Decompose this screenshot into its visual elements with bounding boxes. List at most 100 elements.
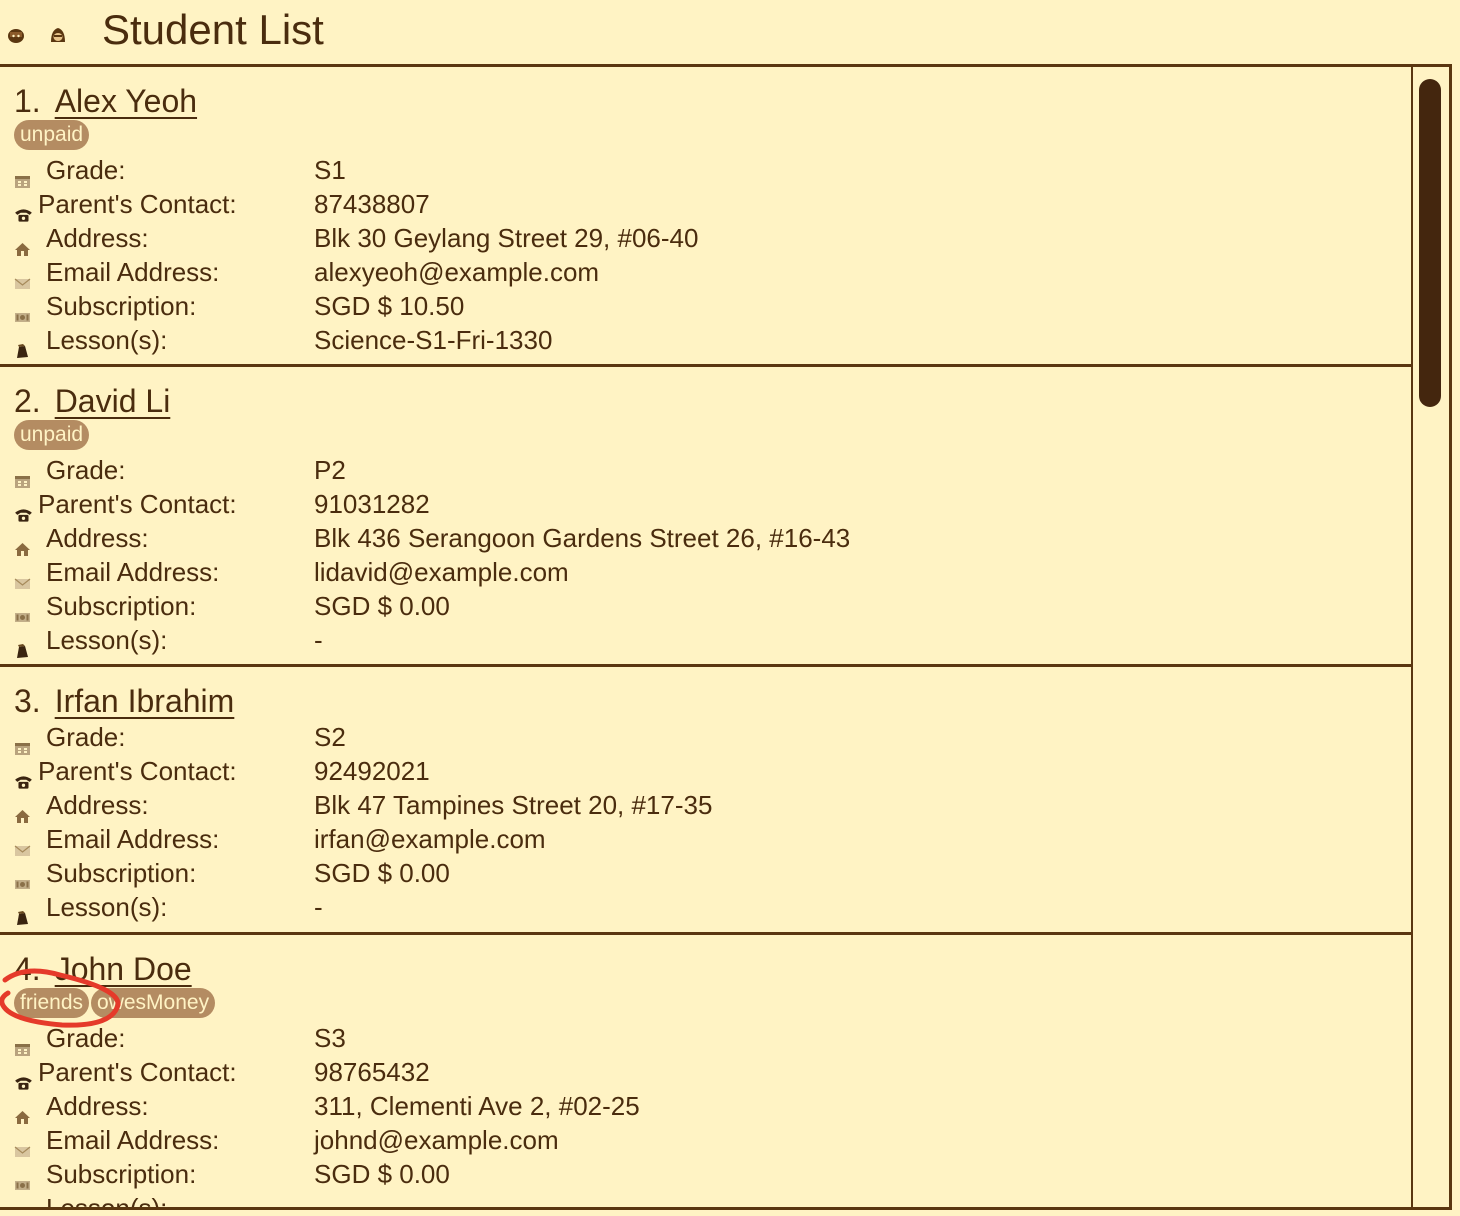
tag-list: friends owesMoney [14, 988, 217, 1018]
subscription-value: SGD $ 0.00 [314, 591, 450, 621]
book-icon [14, 333, 31, 358]
student-card[interactable]: 1. Alex Yeoh unpaid Grade: S1 Parent's Contac… [0, 67, 1416, 367]
lessons-label: Lesson(s): [46, 325, 168, 355]
phone-value: 87438807 [314, 189, 430, 219]
subscription-label: Subscription: [46, 1159, 197, 1189]
telephone-icon [14, 764, 33, 789]
grade-label: Grade: [46, 722, 126, 752]
email-label: Email Address: [46, 1125, 220, 1155]
address-value: 311, Clementi Ave 2, #02-25 [314, 1091, 640, 1121]
student-name: Alex Yeoh [54, 83, 198, 119]
phone-value: 92492021 [314, 756, 430, 786]
address-row: Address: Blk 30 Geylang Street 29, #06-40 [0, 221, 1400, 256]
email-value: irfan@example.com [314, 824, 546, 854]
subscription-row: Subscription: SGD $ 0.00 [0, 589, 1400, 623]
house-icon [14, 798, 31, 823]
student-card-list: 1. Alex Yeoh unpaid Grade: S1 Parent's Contac… [0, 67, 1416, 1210]
student-index: 2. [14, 383, 41, 419]
money-icon [14, 866, 31, 889]
grade-row: Grade: S1 [0, 153, 1400, 188]
phone-row: Parent's Contact: 87438807 [0, 187, 1400, 222]
phone-label: Parent's Contact: [38, 756, 237, 786]
lessons-label: Lesson(s): [46, 625, 168, 655]
tag-friends: friends [14, 988, 90, 1018]
student-card[interactable]: 2. David Li unpaid Grade: P2 Parent's Contact… [0, 367, 1416, 667]
tag-list: unpaid [14, 120, 91, 150]
address-row: Address: Blk 436 Serangoon Gardens Street… [0, 521, 1400, 556]
subscription-value: SGD $ 10.50 [314, 291, 465, 321]
grade-value: S3 [314, 1023, 346, 1053]
envelope-icon [14, 565, 31, 589]
header: Student List [0, 0, 1460, 64]
subscription-label: Subscription: [46, 291, 197, 321]
email-row: Email Address: johnd@example.com [0, 1123, 1400, 1157]
student-card[interactable]: 3. Irfan Ibrahim Grade: S2 Parent's Contact:… [0, 667, 1416, 935]
student-name-line: 4. John Doe [14, 949, 192, 989]
subscription-row: Subscription: SGD $ 0.00 [0, 856, 1400, 890]
telephone-icon [14, 497, 33, 522]
phone-label: Parent's Contact: [38, 1057, 237, 1087]
grade-label: Grade: [46, 1023, 126, 1053]
house-icon [14, 531, 31, 556]
email-value: johnd@example.com [314, 1125, 559, 1155]
lessons-label: Lesson(s): [46, 1193, 168, 1210]
lessons-row: Lesson(s): - [0, 1191, 1400, 1210]
book-icon [14, 900, 31, 925]
tag-owesmoney: owesMoney [91, 988, 216, 1018]
student-card[interactable]: 4. John Doe friends owesMoney Grade: S3 Parent… [0, 935, 1416, 1210]
money-icon [14, 599, 31, 622]
scrollbar-thumb[interactable] [1419, 79, 1441, 407]
student-name: Irfan Ibrahim [54, 683, 235, 719]
tag-unpaid: unpaid [14, 420, 90, 450]
subscription-value: SGD $ 0.00 [314, 858, 450, 888]
address-value: Blk 47 Tampines Street 20, #17-35 [314, 790, 713, 820]
teacher-icon [51, 28, 65, 42]
book-icon [14, 1201, 31, 1207]
lessons-value: - [314, 625, 323, 655]
address-label: Address: [46, 523, 149, 553]
email-label: Email Address: [46, 824, 220, 854]
tag-unpaid: unpaid [14, 120, 90, 150]
grade-row: Grade: S2 [0, 720, 1400, 755]
subscription-row: Subscription: SGD $ 0.00 [0, 1157, 1400, 1191]
lessons-row: Lesson(s): - [0, 890, 1400, 925]
email-value: lidavid@example.com [314, 557, 569, 587]
grade-value: S1 [314, 155, 346, 185]
address-row: Address: 311, Clementi Ave 2, #02-25 [0, 1089, 1400, 1124]
calendar-icon [14, 463, 31, 488]
address-value: Blk 436 Serangoon Gardens Street 26, #16… [314, 523, 851, 553]
student-list-window: Student List 1. Alex Yeoh unpaid Grade: S1 Pa… [0, 0, 1460, 1216]
student-list-panel[interactable]: 1. Alex Yeoh unpaid Grade: S1 Parent's Contac… [0, 64, 1452, 1210]
student-name: David Li [54, 383, 171, 419]
address-row: Address: Blk 47 Tampines Street 20, #17-3… [0, 788, 1400, 823]
grade-value: P2 [314, 455, 346, 485]
student-name-line: 1. Alex Yeoh [14, 81, 197, 121]
lessons-value: Science-S1-Fri-1330 [314, 325, 553, 355]
phone-label: Parent's Contact: [38, 489, 237, 519]
email-label: Email Address: [46, 557, 220, 587]
student-icon [8, 29, 24, 43]
lessons-value: - [314, 892, 323, 922]
address-label: Address: [46, 1091, 149, 1121]
phone-label: Parent's Contact: [38, 189, 237, 219]
student-name: John Doe [54, 951, 192, 987]
email-row: Email Address: alexyeoh@example.com [0, 255, 1400, 289]
student-name-line: 2. David Li [14, 381, 170, 421]
calendar-icon [14, 1031, 31, 1056]
lessons-value: - [314, 1193, 323, 1210]
student-name-line: 3. Irfan Ibrahim [14, 681, 234, 721]
vertical-scrollbar[interactable] [1411, 67, 1449, 1207]
address-label: Address: [46, 790, 149, 820]
telephone-icon [14, 1065, 33, 1090]
grade-row: Grade: S3 [0, 1021, 1400, 1056]
student-index: 4. [14, 951, 41, 987]
grade-label: Grade: [46, 455, 126, 485]
email-row: Email Address: irfan@example.com [0, 822, 1400, 856]
email-label: Email Address: [46, 257, 220, 287]
page-title: Student List [102, 6, 324, 53]
email-row: Email Address: lidavid@example.com [0, 555, 1400, 589]
calendar-icon [14, 163, 31, 188]
phone-value: 91031282 [314, 489, 430, 519]
calendar-icon [14, 730, 31, 755]
house-icon [14, 231, 31, 256]
